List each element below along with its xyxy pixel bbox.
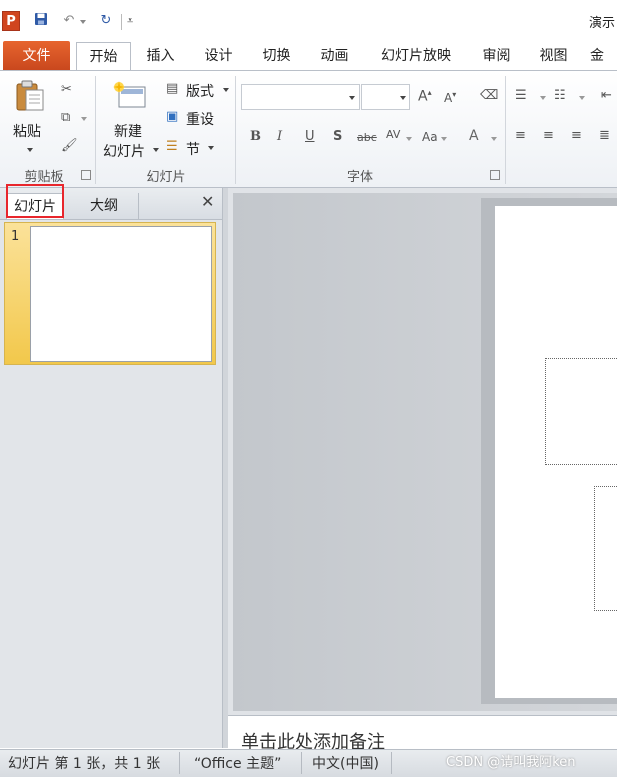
watermark-text: CSDN @请叫我阿ken	[446, 755, 576, 770]
italic-button[interactable]: I	[277, 129, 282, 144]
clipboard-launcher-icon[interactable]	[81, 170, 91, 180]
copy-icon[interactable]: ⧉	[61, 110, 70, 125]
shrink-font-icon[interactable]: A▾	[444, 90, 456, 105]
underline-button[interactable]: U	[305, 129, 315, 144]
undo-dropdown-icon[interactable]	[80, 20, 86, 24]
group-label-font: 字体	[346, 170, 373, 185]
reset-button[interactable]: 重设	[186, 109, 214, 129]
font-launcher-icon[interactable]	[490, 170, 500, 180]
character-spacing-button[interactable]: AV	[386, 128, 400, 141]
change-case-button[interactable]: Aa	[422, 130, 438, 144]
powerpoint-app-icon[interactable]: P	[2, 11, 20, 31]
tab-file[interactable]: 文件	[3, 41, 70, 71]
paste-dropdown-icon[interactable]	[27, 148, 33, 152]
bullets-dropdown-icon[interactable]	[540, 96, 546, 100]
status-theme[interactable]: “Office 主题”	[194, 753, 281, 773]
subtitle-placeholder[interactable]	[594, 486, 617, 611]
status-language[interactable]: 中文(中国)	[312, 753, 379, 773]
align-right-icon[interactable]: ≡	[571, 128, 582, 143]
tab-insert[interactable]: 插入	[138, 42, 183, 70]
font-name-combobox[interactable]	[241, 84, 360, 110]
align-left-icon[interactable]: ≡	[515, 128, 526, 143]
window-title: 演示	[589, 16, 616, 31]
title-bar	[0, 0, 617, 42]
status-separator	[179, 752, 180, 774]
character-spacing-dropdown-icon[interactable]	[406, 137, 412, 141]
clear-formatting-icon[interactable]: ⌫	[480, 88, 498, 103]
tab-design[interactable]: 设计	[196, 42, 241, 70]
slide-thumbnail[interactable]	[30, 226, 212, 362]
tab-view[interactable]: 视图	[531, 42, 576, 70]
status-separator	[391, 752, 392, 774]
close-pane-icon[interactable]: ✕	[201, 192, 214, 211]
slide-number: 1	[11, 229, 20, 244]
group-label-slides: 幻灯片	[146, 170, 186, 185]
highlight-annotation-box	[6, 184, 64, 218]
customize-qat-icon[interactable]: ⩡	[127, 14, 133, 28]
section-icon[interactable]: ☰	[166, 139, 178, 154]
layout-dropdown-icon[interactable]	[223, 88, 229, 92]
status-separator	[301, 752, 302, 774]
new-slide-dropdown-icon[interactable]	[153, 148, 159, 152]
tab-slide-show[interactable]: 幻灯片放映	[372, 42, 460, 70]
justify-icon[interactable]: ≣	[599, 128, 610, 143]
change-case-dropdown-icon[interactable]	[441, 137, 447, 141]
bullets-icon[interactable]: ☰	[515, 88, 527, 103]
save-icon[interactable]	[33, 12, 49, 30]
decrease-indent-icon[interactable]: ⇤	[601, 88, 612, 103]
font-name-dropdown-icon[interactable]	[349, 96, 355, 100]
new-slide-button[interactable]: 幻灯片	[103, 141, 145, 161]
grow-font-icon[interactable]: A▴	[418, 88, 432, 105]
strikethrough-button[interactable]: abc	[357, 131, 377, 144]
section-button[interactable]: 节	[186, 139, 200, 159]
tab-kingsoft[interactable]: 金山	[590, 42, 617, 70]
tab-animations[interactable]: 动画	[312, 42, 357, 70]
tab-transitions[interactable]: 切换	[254, 42, 299, 70]
group-separator	[235, 76, 236, 184]
numbering-icon[interactable]: ☷	[554, 88, 566, 103]
layout-icon[interactable]: ▤	[166, 81, 178, 96]
tab-review[interactable]: 审阅	[474, 42, 519, 70]
text-shadow-button[interactable]: S	[333, 129, 342, 144]
title-placeholder[interactable]	[545, 358, 617, 465]
align-center-icon[interactable]: ≡	[543, 128, 554, 143]
font-color-dropdown-icon[interactable]	[491, 137, 497, 141]
group-separator	[95, 76, 96, 184]
status-slide-info: 幻灯片 第 1 张，共 1 张	[8, 756, 161, 772]
new-slide-label-line1[interactable]: 新建	[114, 121, 142, 141]
format-painter-icon[interactable]: 🖌	[61, 138, 78, 153]
numbering-dropdown-icon[interactable]	[579, 96, 585, 100]
layout-button[interactable]: 版式	[186, 81, 214, 101]
undo-icon[interactable]: ↶	[61, 12, 77, 30]
tab-home[interactable]: 开始	[76, 42, 131, 71]
reset-icon[interactable]: ▣	[166, 109, 178, 124]
copy-dropdown-icon[interactable]	[81, 117, 87, 121]
paste-button[interactable]: 粘贴	[13, 121, 41, 141]
tab-outline[interactable]: 大纲	[70, 193, 139, 219]
cut-icon[interactable]: ✂	[61, 82, 72, 97]
section-dropdown-icon[interactable]	[208, 146, 214, 150]
redo-icon[interactable]: ↻	[98, 12, 114, 30]
font-size-dropdown-icon[interactable]	[400, 96, 406, 100]
paste-icon[interactable]	[15, 80, 45, 116]
bold-button[interactable]: B	[250, 129, 261, 144]
qat-separator	[121, 14, 122, 30]
group-label-clipboard: 剪贴板	[24, 170, 64, 185]
new-slide-icon[interactable]	[113, 81, 147, 113]
group-separator	[505, 76, 506, 184]
font-color-button[interactable]: A	[469, 128, 479, 144]
